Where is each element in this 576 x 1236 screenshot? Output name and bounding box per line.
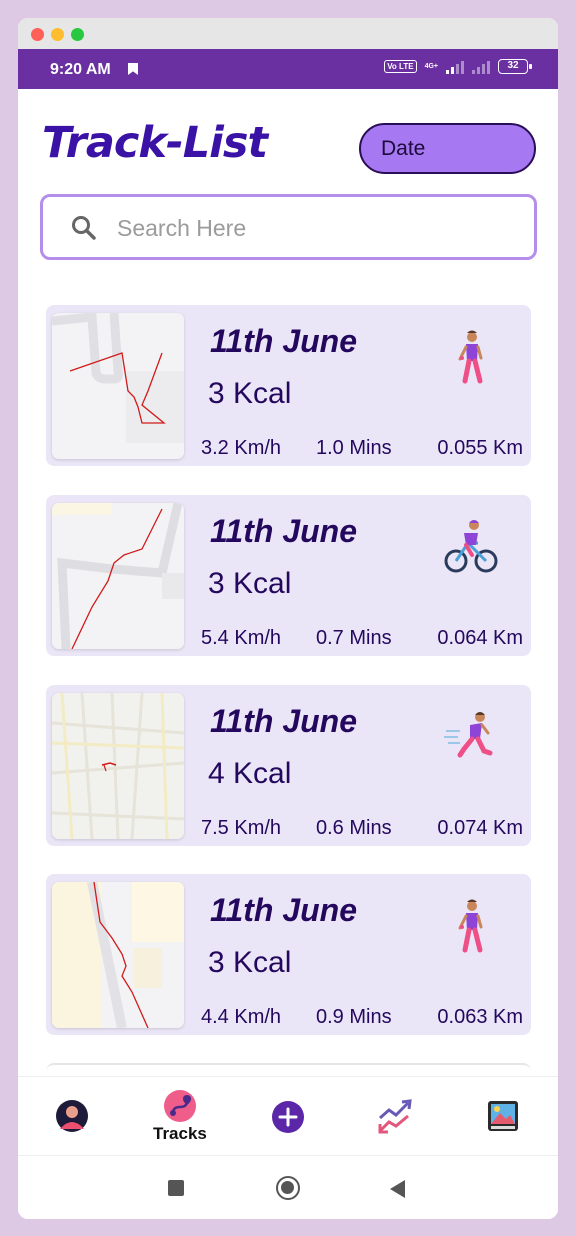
track-card[interactable]: 11th June 3 Kcal 5.4 Km/h 0.7 Mins 0.064… — [46, 495, 531, 656]
search-input[interactable] — [117, 211, 497, 245]
signal-strength-icon — [446, 60, 464, 74]
date-filter-button[interactable]: Date — [359, 123, 536, 174]
track-date: 11th June — [210, 513, 357, 549]
track-distance: 0.055 Km — [437, 437, 523, 459]
track-duration: 0.9 Mins — [316, 1006, 392, 1028]
track-date: 11th June — [210, 323, 357, 359]
nav-add[interactable] — [271, 1100, 305, 1139]
window-titlebar — [18, 18, 558, 49]
system-nav-bar — [18, 1155, 558, 1219]
track-speed: 3.2 Km/h — [201, 437, 282, 459]
back-button[interactable] — [390, 1180, 405, 1198]
route-icon — [164, 1090, 196, 1122]
route-map-thumbnail — [52, 503, 184, 649]
plus-icon — [272, 1101, 304, 1133]
route-map-thumbnail — [52, 882, 184, 1028]
track-date: 11th June — [210, 892, 357, 928]
route-map-thumbnail — [52, 313, 184, 459]
home-button-inner — [281, 1181, 294, 1194]
track-duration: 1.0 Mins — [316, 437, 392, 459]
search-icon — [72, 216, 96, 240]
minimize-window-button[interactable] — [51, 28, 64, 41]
track-distance: 0.063 Km — [437, 1006, 523, 1028]
volte-badge: Vo LTE — [384, 60, 417, 73]
notification-flag-icon — [128, 63, 138, 75]
maximize-window-button[interactable] — [71, 28, 84, 41]
track-card[interactable]: 11th June 3 Kcal 3.2 Km/h 1.0 Mins 0.055… — [46, 305, 531, 466]
page-title: Track-List — [42, 118, 268, 168]
track-calories: 3 Kcal — [208, 946, 292, 979]
track-distance: 0.064 Km — [437, 627, 523, 649]
bottom-nav: Tracks — [18, 1076, 558, 1154]
nav-gallery[interactable] — [486, 1099, 520, 1138]
track-card[interactable]: 11th June 3 Kcal 4.4 Km/h 0.9 Mins 0.063… — [46, 874, 531, 1035]
status-indicators: Vo LTE 4G+ 32 — [384, 59, 532, 74]
track-calories: 3 Kcal — [208, 567, 292, 600]
search-box[interactable] — [40, 194, 537, 260]
track-duration: 0.6 Mins — [316, 817, 392, 839]
network-type-label: 4G+ — [424, 63, 438, 70]
cycling-person-icon — [444, 520, 498, 573]
walking-person-icon — [458, 899, 483, 953]
close-window-button[interactable] — [31, 28, 44, 41]
route-map-thumbnail — [52, 693, 184, 839]
nav-profile[interactable] — [55, 1099, 89, 1138]
picture-frame-icon — [488, 1101, 518, 1131]
track-duration: 0.7 Mins — [316, 627, 392, 649]
recent-apps-button[interactable] — [168, 1180, 184, 1196]
signal-strength-secondary-icon — [472, 60, 490, 74]
battery-icon: 32 — [498, 59, 532, 74]
track-calories: 3 Kcal — [208, 377, 292, 410]
trend-chart-icon — [378, 1099, 412, 1134]
track-date: 11th June — [210, 703, 357, 739]
running-person-icon — [444, 712, 493, 758]
track-calories: 4 Kcal — [208, 757, 292, 790]
avatar-icon — [56, 1100, 88, 1132]
home-button[interactable] — [276, 1176, 300, 1200]
track-speed: 5.4 Km/h — [201, 627, 282, 649]
nav-tracks-label: Tracks — [153, 1124, 207, 1143]
track-speed: 4.4 Km/h — [201, 1006, 282, 1028]
track-distance: 0.074 Km — [437, 817, 523, 839]
nav-tracks[interactable] — [163, 1089, 197, 1128]
nav-stats[interactable] — [377, 1098, 413, 1139]
walking-person-icon — [458, 330, 483, 384]
status-time: 9:20 AM — [50, 61, 111, 78]
track-speed: 7.5 Km/h — [201, 817, 282, 839]
status-bar: 9:20 AM Vo LTE 4G+ 32 — [18, 49, 558, 89]
app-window: 9:20 AM Vo LTE 4G+ 32 Track-List Date Se… — [18, 18, 558, 1219]
track-card[interactable]: 11th June 4 Kcal 7.5 Km/h 0.6 Mins 0.074… — [46, 685, 531, 846]
track-card-partial[interactable] — [46, 1063, 531, 1077]
